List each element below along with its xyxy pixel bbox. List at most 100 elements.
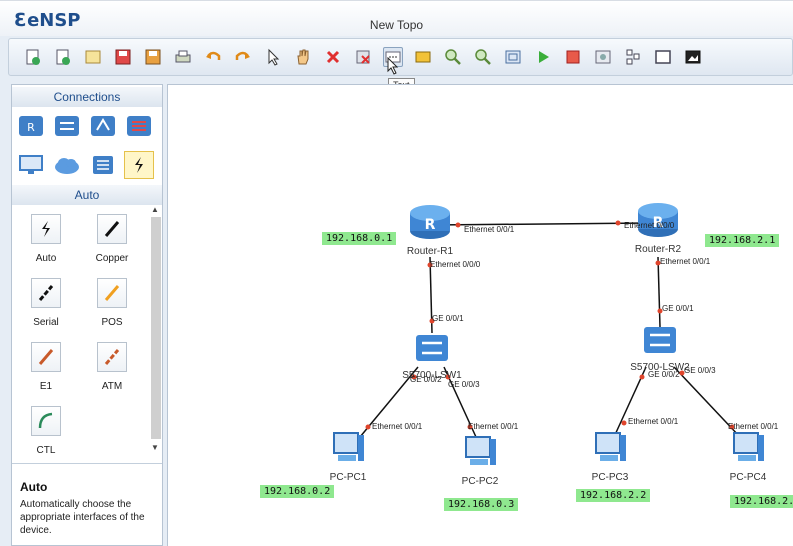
palette-icon[interactable] [413,47,433,67]
cable-label: POS [101,317,123,328]
port-label: Ethernet 0/0/1 [628,417,679,426]
node-label: PC-PC2 [461,476,499,487]
delete-link-icon[interactable] [353,47,373,67]
svg-text:R: R [425,217,436,233]
wireless-category-icon[interactable] [88,112,118,140]
switch-lsw1[interactable]: S5700-LSW1 [402,331,462,381]
ip-label-r1[interactable]: 192.168.0.1 [322,232,397,245]
select-icon[interactable] [263,47,283,67]
cable-copper[interactable]: Copper [87,214,137,274]
router-r1[interactable]: R Router-R1 [400,203,460,257]
port-label: Ethernet 0/0/1 [660,257,711,266]
fit-icon[interactable] [503,47,523,67]
undo-icon[interactable] [203,47,223,67]
scroll-thumb[interactable] [151,217,161,439]
node-label: Router-R2 [634,244,682,255]
cable-atm[interactable]: ATM [87,342,137,402]
port-label: Ethernet 0/0/1 [468,422,519,431]
ip-label-pc3[interactable]: 192.168.2.2 [576,489,651,502]
zoom-out-icon[interactable] [473,47,493,67]
cable-serial[interactable]: Serial [21,278,71,338]
pc-pc2[interactable]: PC-PC2 [450,431,510,487]
port-label: GE 0/0/2 [410,375,442,384]
stop-icon[interactable] [563,47,583,67]
topology-canvas[interactable]: R Router-R1 R Router-R2 S5700-LSW1 S5700… [167,84,793,546]
node-label: Router-R1 [406,246,454,257]
pc-icon [333,432,364,461]
new-topo-icon[interactable] [23,47,43,67]
scroll-up-icon[interactable]: ▲ [151,205,159,214]
node-label: PC-PC3 [591,472,629,483]
zoom-in-icon[interactable] [443,47,463,67]
node-label: PC-PC4 [729,472,767,483]
description-text: Automatically choose the appropriate int… [20,499,145,536]
switch-icon [416,335,448,361]
topology-icon[interactable] [623,47,643,67]
port-label: Ethernet 0/0/0 [430,260,481,269]
save-icon[interactable] [113,47,133,67]
connections-category-icon[interactable] [124,151,154,179]
save-as-icon[interactable] [143,47,163,67]
connections-header: Connections [12,87,162,107]
cable-e1[interactable]: E1 [21,342,71,402]
node-label: PC-PC1 [329,472,367,483]
ip-label-pc4[interactable]: 192.168.2.3 [730,495,793,508]
firewall-category-icon[interactable] [124,112,154,140]
window-title: New Topo [369,18,424,32]
title-bar: ℇeNSP New Topo [0,0,793,36]
cable-auto[interactable]: Auto [21,214,71,274]
ip-label-r2[interactable]: 192.168.2.1 [705,234,780,247]
description-box: Auto Automatically choose the appropriat… [12,463,162,545]
router-icon: R [410,205,450,239]
port-label: GE 0/0/3 [684,366,716,375]
other-devices-category-icon[interactable] [88,151,118,179]
switch-lsw2[interactable]: S5700-LSW2 [630,323,690,373]
pc-pc4[interactable]: PC-PC4 [718,427,778,483]
pc-category-icon[interactable] [16,151,46,179]
pc-icon [465,436,496,465]
device-panel: Connections R Auto Auto Copper Serial PO… [11,84,163,546]
switch-icon [644,327,676,353]
switch-category-icon[interactable] [52,112,82,140]
window-icon[interactable] [653,47,673,67]
port-label: Ethernet 0/0/1 [728,422,779,431]
port-label: GE 0/0/1 [432,314,464,323]
start-icon[interactable] [533,47,553,67]
pan-icon[interactable] [293,47,313,67]
ensp-window: ℇeNSP New Topo Text Connections R [0,0,793,546]
ip-label-pc1[interactable]: 192.168.0.2 [260,485,335,498]
panel-scrollbar[interactable]: ▲ ▼ [150,205,162,455]
port-label: Ethernet 0/0/0 [624,221,675,230]
link-r2-sw2[interactable] [657,256,661,328]
cloud-category-icon[interactable] [52,151,82,179]
pc-icon [595,432,626,461]
port-label: GE 0/0/3 [448,380,480,389]
screenshot-icon[interactable] [683,47,703,67]
port-label: Ethernet 0/0/1 [464,225,515,234]
scroll-down-icon[interactable]: ▼ [151,443,159,452]
open-icon[interactable] [83,47,103,67]
category-header: Auto [12,185,162,205]
cable-label: Auto [35,253,57,264]
description-title: Auto [20,480,48,494]
cable-ctl[interactable]: CTL [21,406,71,466]
pc-pc1[interactable]: PC-PC1 [318,427,378,483]
pc-icon [733,432,764,461]
cable-label: Serial [33,317,59,328]
cable-label: Copper [95,253,129,264]
mouse-cursor-icon [387,57,399,75]
cable-pos[interactable]: POS [87,278,137,338]
cable-label: CTL [36,445,56,456]
ip-label-pc2[interactable]: 192.168.0.3 [444,498,519,511]
port-label: GE 0/0/1 [662,304,694,313]
capture-icon[interactable] [593,47,613,67]
port-label: GE 0/0/2 [648,370,680,379]
redo-icon[interactable] [233,47,253,67]
pc-pc3[interactable]: PC-PC3 [580,427,640,483]
router-icon: R [638,203,678,237]
new-example-icon[interactable] [53,47,73,67]
print-icon[interactable] [173,47,193,67]
delete-icon[interactable] [323,47,343,67]
port-label: Ethernet 0/0/1 [372,422,423,431]
router-category-icon[interactable]: R [16,112,46,140]
